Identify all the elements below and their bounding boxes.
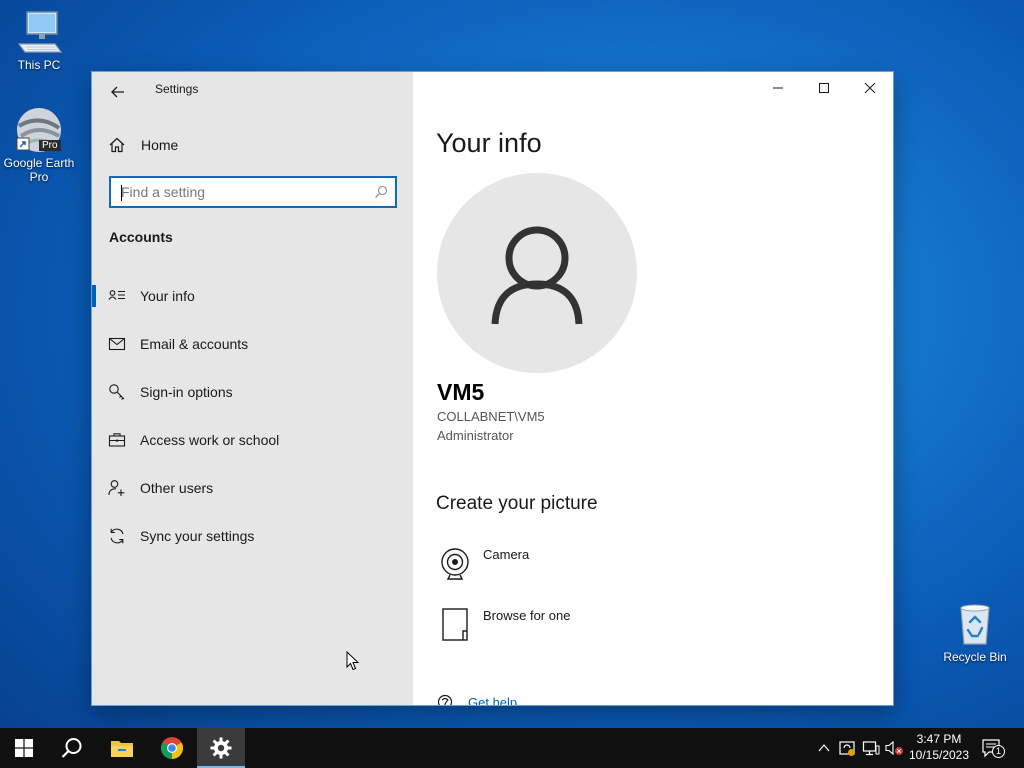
tray-volume-button[interactable] [884, 738, 904, 758]
action-center-button[interactable]: 1 [980, 736, 1006, 760]
home-nav-item[interactable]: Home [108, 132, 178, 158]
folder-icon [111, 741, 133, 757]
chrome-icon [161, 737, 183, 759]
sidebar-item-label: Other users [140, 480, 214, 496]
settings-window: Settings Home Accounts [92, 72, 893, 705]
close-button[interactable] [847, 72, 893, 104]
sidebar-item-sync-settings[interactable]: Sync your settings [92, 512, 413, 560]
notification-count: 1 [992, 745, 1005, 758]
user-avatar-icon [491, 226, 583, 325]
update-icon [839, 741, 855, 756]
browse-icon [437, 607, 473, 643]
chevron-up-icon [818, 744, 830, 752]
sidebar-item-label: Access work or school [140, 432, 280, 448]
home-label: Home [141, 137, 179, 153]
mail-icon [108, 335, 126, 353]
taskbar-settings[interactable] [197, 728, 245, 768]
user-role: Administrator [437, 428, 514, 443]
minimize-button[interactable] [755, 72, 801, 104]
avatar [437, 173, 637, 373]
back-button[interactable] [102, 76, 134, 108]
browse-label: Browse for one [483, 608, 571, 623]
windows-logo-icon [15, 739, 33, 757]
accounts-nav-list: Your info Email & accounts Sign-in optio… [92, 272, 413, 560]
desktop-icon-recycle-bin[interactable]: Recycle Bin [935, 600, 1015, 664]
search-icon [375, 185, 388, 198]
search-button[interactable] [367, 178, 395, 206]
network-icon [862, 741, 880, 756]
sync-icon [108, 527, 126, 545]
show-hidden-icons-button[interactable] [814, 738, 834, 758]
section-title-accounts: Accounts [109, 229, 173, 245]
user-name: VM5 [437, 379, 485, 405]
mouse-cursor-icon [346, 651, 360, 671]
tray-security-icon-button[interactable] [837, 738, 857, 758]
clock-date: 10/15/2023 [908, 748, 970, 762]
volume-muted-icon [885, 740, 903, 756]
start-button[interactable] [0, 728, 48, 768]
desktop-icon-label: Google Earth Pro [3, 156, 75, 184]
sidebar-item-access-work[interactable]: Access work or school [92, 416, 413, 464]
sidebar-item-other-users[interactable]: Other users [92, 464, 413, 512]
desktop-icon-label: This PC [17, 58, 61, 72]
camera-option[interactable]: Camera [437, 546, 529, 586]
recycle-bin-icon [951, 600, 999, 648]
user-domain: COLLABNET\VM5 [437, 409, 545, 424]
browse-option[interactable]: Browse for one [437, 607, 570, 647]
tray-network-button[interactable] [861, 738, 881, 758]
taskbar-chrome[interactable] [148, 728, 196, 768]
desktop-icon-this-pc[interactable]: This PC [0, 8, 79, 72]
taskbar: 3:47 PM 10/15/2023 1 [0, 728, 1024, 768]
taskbar-file-explorer[interactable] [98, 728, 146, 768]
desktop-icon-google-earth-pro[interactable]: Pro Google Earth Pro [0, 106, 79, 184]
desktop-icon-label: Recycle Bin [943, 650, 1007, 664]
window-title: Settings [155, 82, 199, 96]
sidebar-item-label: Email & accounts [140, 336, 249, 352]
add-user-icon [108, 479, 126, 497]
google-earth-icon: Pro [15, 106, 63, 154]
minimize-icon [773, 87, 783, 89]
this-pc-icon [15, 8, 63, 56]
pro-badge: Pro [39, 140, 61, 151]
sidebar-item-email-accounts[interactable]: Email & accounts [92, 320, 413, 368]
sidebar-item-sign-in-options[interactable]: Sign-in options [92, 368, 413, 416]
maximize-button[interactable] [801, 72, 847, 104]
taskbar-clock[interactable]: 3:47 PM 10/15/2023 [903, 731, 975, 763]
get-help-link[interactable]: Get help [437, 694, 517, 705]
sidebar-item-label: Sign-in options [140, 384, 233, 400]
text-caret [121, 185, 122, 201]
settings-sidebar: Settings Home Accounts [92, 72, 413, 705]
taskbar-search-button[interactable] [48, 728, 96, 768]
key-icon [108, 383, 126, 401]
get-help-label: Get help [468, 694, 518, 706]
sidebar-item-label: Sync your settings [140, 528, 255, 544]
camera-icon [437, 546, 473, 582]
search-icon [61, 738, 82, 758]
your-info-icon [108, 287, 126, 305]
briefcase-icon [108, 431, 126, 449]
settings-content: Your info VM5 COLLABNET\VM5 Administrato… [413, 72, 893, 705]
clock-time: 3:47 PM [916, 732, 962, 746]
page-title: Your info [436, 128, 542, 158]
create-picture-title: Create your picture [436, 493, 598, 514]
back-arrow-icon [111, 86, 124, 98]
search-box[interactable] [109, 176, 397, 208]
search-input[interactable] [111, 184, 367, 200]
gear-icon [210, 737, 232, 759]
help-icon [437, 694, 453, 705]
close-icon [864, 82, 876, 94]
camera-label: Camera [483, 547, 530, 562]
sidebar-item-your-info[interactable]: Your info [92, 272, 413, 320]
sidebar-item-label: Your info [140, 288, 195, 304]
home-icon [109, 137, 125, 153]
maximize-icon [819, 83, 829, 93]
